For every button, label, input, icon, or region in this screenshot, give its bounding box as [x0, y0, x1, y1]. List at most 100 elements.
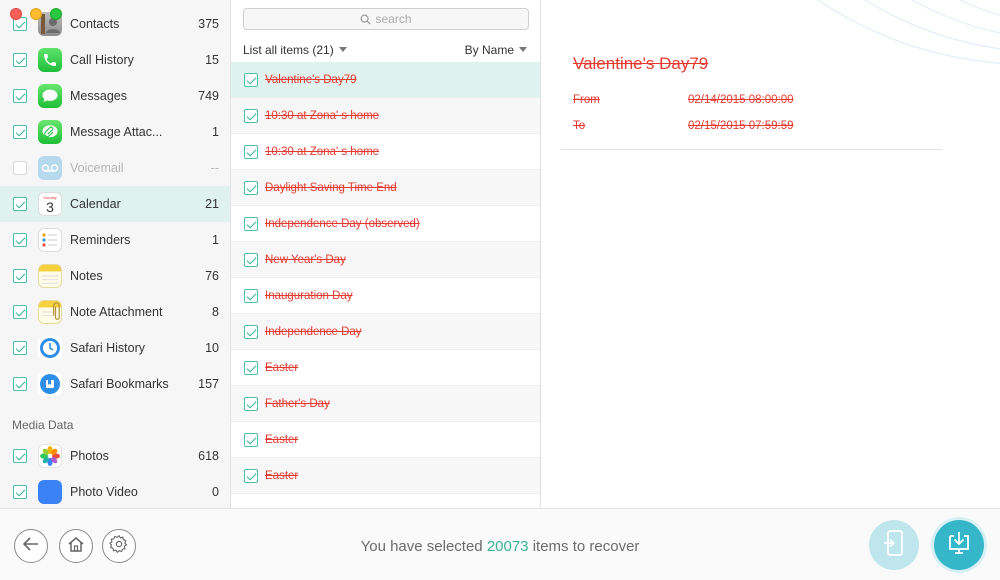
list-item[interactable]: Easter: [231, 350, 540, 386]
sidebar-item-count: 1: [212, 125, 219, 139]
checkbox[interactable]: [13, 197, 27, 211]
list-item-label: Easter: [265, 434, 299, 446]
list-item[interactable]: New Year's Day: [231, 242, 540, 278]
list-item[interactable]: Inauguration Day: [231, 278, 540, 314]
checkbox[interactable]: [244, 253, 258, 267]
sidebar-item-photo-video[interactable]: Photo Video 0: [0, 474, 230, 508]
sidebar-item-count: 21: [205, 197, 219, 211]
checkbox[interactable]: [244, 469, 258, 483]
list-item[interactable]: Easter: [231, 422, 540, 458]
zoom-window-button[interactable]: [50, 8, 62, 20]
sidebar-item-reminders[interactable]: Reminders 1: [0, 222, 230, 258]
sidebar-item-label: Message Attac...: [70, 125, 163, 139]
selection-status: You have selected 20073 items to recover: [0, 538, 1000, 555]
app-window: Contacts 375 Call History 15 Messages 74…: [0, 0, 1000, 580]
search-placeholder: search: [375, 12, 412, 26]
close-window-button[interactable]: [10, 8, 22, 20]
list-item-label: 10:30 at Zona' s home: [265, 146, 380, 158]
list-item[interactable]: Independence Day: [231, 314, 540, 350]
list-item[interactable]: 10:30 at Zona' s home: [231, 98, 540, 134]
safari-history-icon: [38, 336, 62, 360]
sidebar-item-notes[interactable]: Notes 76: [0, 258, 230, 294]
search-input[interactable]: search: [243, 8, 529, 30]
list-item-label: New Year's Day: [265, 254, 346, 266]
divider: [561, 149, 942, 150]
checkbox[interactable]: [244, 109, 258, 123]
checkbox[interactable]: [13, 89, 27, 103]
photos-icon: [38, 444, 62, 468]
sidebar-item-count: 76: [205, 269, 219, 283]
minimize-window-button[interactable]: [30, 8, 42, 20]
checkbox[interactable]: [13, 449, 27, 463]
checkbox[interactable]: [244, 397, 258, 411]
sidebar-item-label: Call History: [70, 53, 134, 67]
checkbox[interactable]: [244, 325, 258, 339]
checkbox[interactable]: [244, 361, 258, 375]
checkbox[interactable]: [13, 377, 27, 391]
checkbox[interactable]: [13, 485, 27, 499]
checkbox[interactable]: [13, 341, 27, 355]
message-attachment-icon: [38, 120, 62, 144]
list-item[interactable]: 10:30 at Zona' s home: [231, 134, 540, 170]
from-value: 02/14/2015 08:00:00: [688, 94, 794, 106]
list-item-label: Easter: [265, 470, 299, 482]
sidebar-item-message-attachments[interactable]: Message Attac... 1: [0, 114, 230, 150]
sidebar-item-label: Safari Bookmarks: [70, 377, 169, 391]
recover-to-device-button[interactable]: [869, 520, 919, 570]
list-item[interactable]: Independence Day (observed): [231, 206, 540, 242]
calendar-items: Valentine's Day79 10:30 at Zona' s home …: [231, 62, 540, 494]
list-item-label: Independence Day (observed): [265, 218, 420, 230]
list-item[interactable]: Father's Day: [231, 386, 540, 422]
voicemail-icon: [38, 156, 62, 180]
checkbox[interactable]: [13, 305, 27, 319]
reminders-icon: [38, 228, 62, 252]
sidebar-item-safari-bookmarks[interactable]: Safari Bookmarks 157: [0, 366, 230, 402]
list-item[interactable]: Daylight Saving Time End: [231, 170, 540, 206]
event-title: Valentine's Day79: [573, 54, 709, 73]
checkbox[interactable]: [244, 433, 258, 447]
sidebar-item-safari-history[interactable]: Safari History 10: [0, 330, 230, 366]
sidebar-item-label: Photos: [70, 449, 109, 463]
section-header-media: Media Data: [12, 418, 74, 432]
sidebar-item-label: Contacts: [70, 17, 120, 31]
sidebar-item-label: Safari History: [70, 341, 146, 355]
list-item-label: Valentine's Day79: [265, 74, 357, 86]
sort-dropdown[interactable]: By Name: [465, 43, 527, 57]
list-item-label: Independence Day: [265, 326, 362, 338]
checkbox[interactable]: [244, 73, 258, 87]
sidebar-item-label: Notes: [70, 269, 103, 283]
sidebar-item-calendar[interactable]: Sunday 3 Calendar 21: [0, 186, 230, 222]
safari-bookmarks-icon: [38, 372, 62, 396]
sidebar-item-photos[interactable]: Photos 618: [0, 438, 230, 474]
checkbox[interactable]: [244, 181, 258, 195]
sidebar-item-count: 15: [205, 53, 219, 67]
filter-dropdown[interactable]: List all items (21): [243, 43, 347, 57]
note-attachment-icon: [38, 300, 62, 324]
recover-to-computer-button[interactable]: [934, 520, 984, 570]
checkbox[interactable]: [13, 269, 27, 283]
list-header: List all items (21) By Name: [231, 36, 540, 62]
checkbox[interactable]: [244, 289, 258, 303]
checkbox[interactable]: [244, 145, 258, 159]
filter-label: List all items (21): [243, 43, 334, 57]
list-item-label: Easter: [265, 362, 299, 374]
checkbox[interactable]: [13, 125, 27, 139]
list-item[interactable]: Easter: [231, 458, 540, 494]
sidebar-item-count: 749: [198, 89, 219, 103]
to-label: To: [573, 120, 586, 132]
sidebar-item-voicemail[interactable]: Voicemail --: [0, 150, 230, 186]
checkbox[interactable]: [244, 217, 258, 231]
checkbox[interactable]: [13, 53, 27, 67]
checkbox[interactable]: [13, 233, 27, 247]
sidebar-item-count: 0: [212, 485, 219, 499]
checkbox[interactable]: [13, 161, 27, 175]
category-sidebar: Contacts 375 Call History 15 Messages 74…: [0, 0, 231, 508]
to-value: 02/15/2015 07:59:59: [688, 120, 794, 132]
list-item[interactable]: Valentine's Day79: [231, 62, 540, 98]
sidebar-item-messages[interactable]: Messages 749: [0, 78, 230, 114]
sidebar-item-count: 1: [212, 233, 219, 247]
sidebar-item-call-history[interactable]: Call History 15: [0, 42, 230, 78]
status-suffix: items to recover: [532, 538, 640, 555]
sidebar-item-note-attachment[interactable]: Note Attachment 8: [0, 294, 230, 330]
bottom-toolbar: You have selected 20073 items to recover: [0, 508, 1000, 580]
